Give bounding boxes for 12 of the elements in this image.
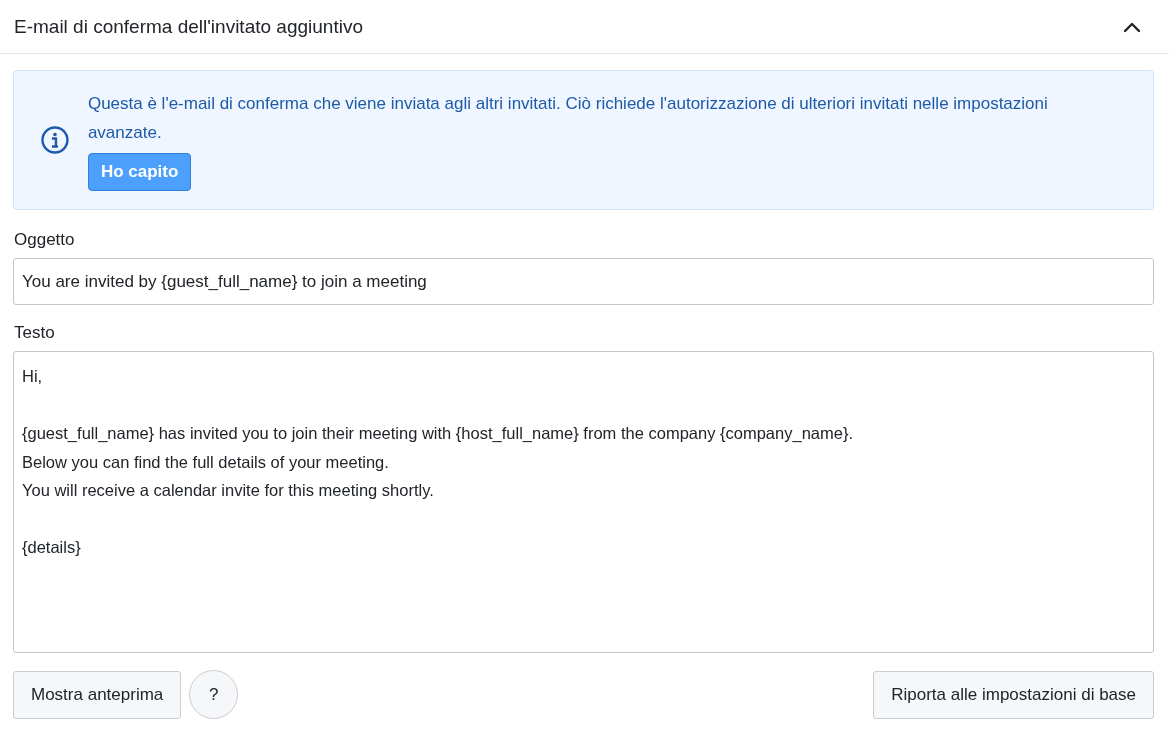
notice-text: Questa è l'e-mail di conferma che viene inviata agli altri invitati. Ciò richiede l'autorizzazione di ulteriori invitati nelle impostazioni avanzate. — [87, 93, 1049, 144]
body-label: Testo — [14, 323, 56, 343]
info-icon — [40, 125, 70, 155]
reset-button[interactable]: Riporta alle impostazioni di base — [873, 670, 1154, 719]
subject-field[interactable]: You are invited by {guest_full_name} to join a meeting — [13, 258, 1154, 305]
section-title: E-mail di conferma dell'invitato aggiuntivo — [14, 15, 363, 38]
preview-button[interactable]: Mostra anteprima — [13, 670, 182, 719]
help-button[interactable]: ? — [189, 670, 239, 719]
body-field[interactable]: Hi, {guest_full_name} has invited you to join their meeting with {host_full_name} from the company {company_name}. Below you can find the full details of your meeting. You will receive a calendar invite for this meeting shortly. {details} — [13, 351, 1154, 653]
chevron-icon — [1123, 20, 1141, 33]
subject-label: Oggetto — [14, 230, 76, 250]
collapse-toggle[interactable] — [1123, 20, 1141, 33]
